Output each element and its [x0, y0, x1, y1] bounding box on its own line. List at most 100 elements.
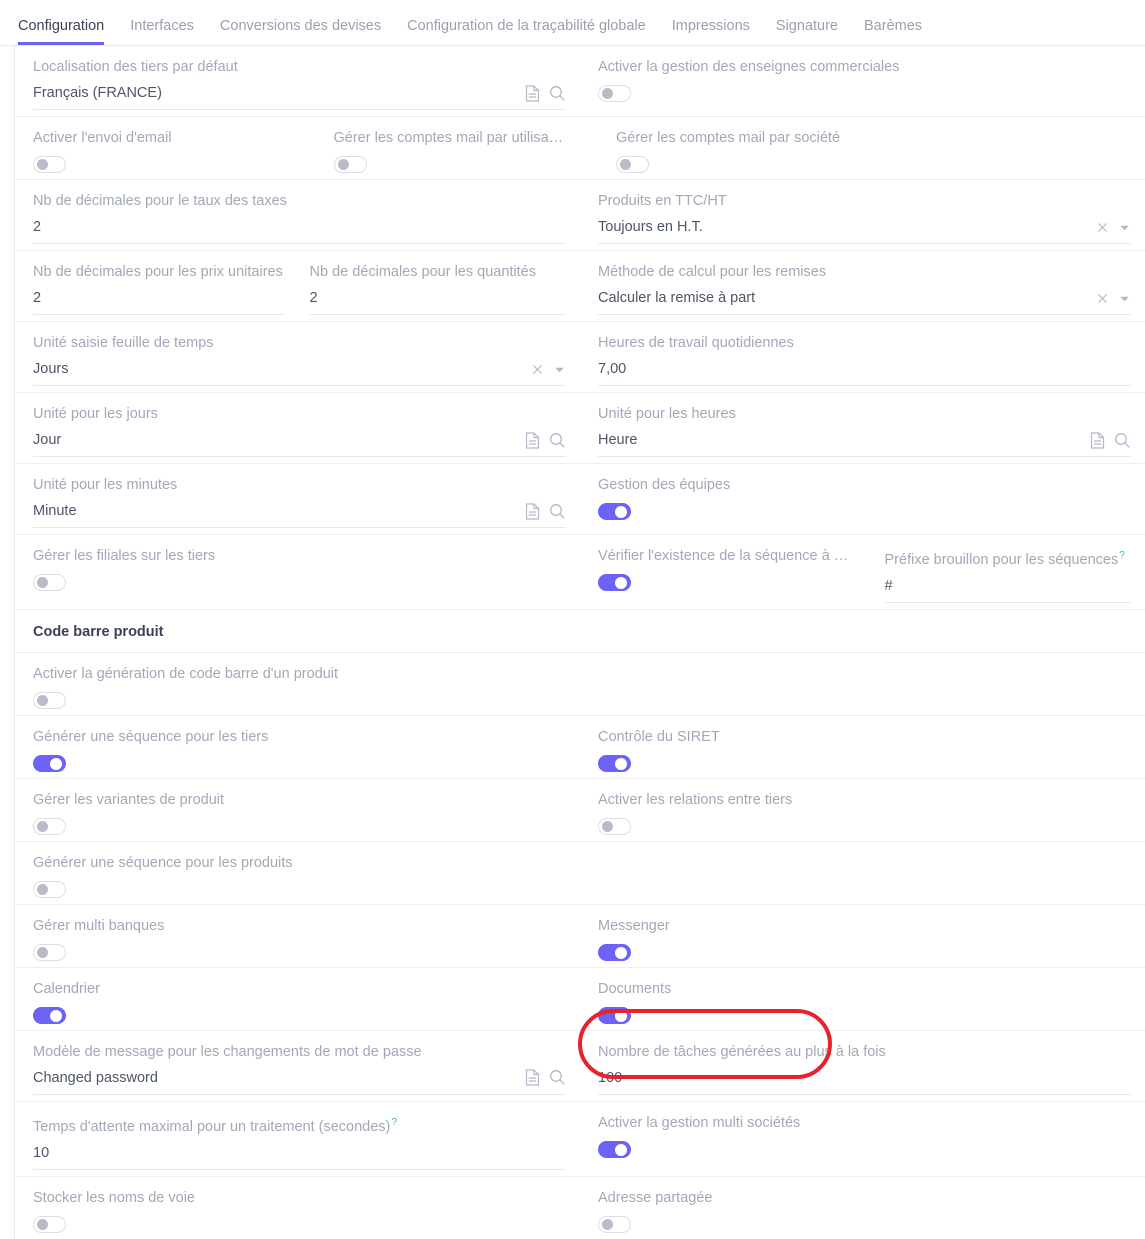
modele-message-mdp-input[interactable]: Changed password [33, 1068, 517, 1088]
heures-travail-input[interactable]: 7,00 [598, 359, 1131, 379]
help-marker-icon[interactable]: ? [1119, 550, 1125, 561]
form-row: Générer une séquence pour les tiers Cont… [15, 716, 1145, 779]
field-label: Unité pour les jours [33, 405, 566, 423]
field-label: Gérer les comptes mail par société [616, 129, 1131, 147]
field-label: Gérer les filiales sur les tiers [33, 547, 566, 565]
field-temps-attente: Temps d'attente maximal pour un traiteme… [15, 1102, 580, 1176]
tab-configuration-tracabilite-globale[interactable]: Configuration de la traçabilité globale [407, 19, 646, 46]
verifier-sequence-toggle[interactable] [598, 574, 631, 591]
help-marker-icon[interactable]: ? [391, 1117, 397, 1128]
methode-calcul-remises-select-value[interactable]: Calculer la remise à part [598, 288, 1088, 308]
section-title-code-barre-produit: Code barre produit [15, 610, 178, 652]
clear-icon[interactable] [1096, 292, 1109, 305]
unite-minutes-input[interactable]: Minute [33, 501, 517, 521]
noms-de-voie-toggle[interactable] [33, 1216, 66, 1233]
filiales-tiers-toggle[interactable] [33, 574, 66, 591]
spacer-cell [580, 842, 1145, 904]
spacer-cell [580, 653, 1145, 715]
search-icon[interactable] [549, 432, 566, 449]
field-unite-heures: Unité pour les heures Heure [580, 393, 1145, 463]
field-unite-minutes: Unité pour les minutes Minute [15, 464, 580, 534]
tab-interfaces[interactable]: Interfaces [130, 19, 194, 46]
document-icon[interactable] [525, 503, 540, 520]
form-row: Unité pour les minutes Minute Gestion de… [15, 464, 1145, 535]
field-label: Calendrier [33, 980, 566, 998]
field-methode-calcul-remises: Méthode de calcul pour les remises Calcu… [580, 251, 1145, 321]
field-comptes-mail-societe: Gérer les comptes mail par société [580, 117, 1145, 179]
clear-icon[interactable] [1096, 221, 1109, 234]
chevron-down-icon[interactable] [553, 363, 566, 376]
multi-societes-toggle[interactable] [598, 1141, 631, 1158]
documents-toggle[interactable] [598, 1007, 631, 1024]
enseignes-commerciales-toggle[interactable] [598, 85, 631, 102]
field-label: Unité pour les heures [598, 405, 1131, 423]
decimales-prix-unitaires-input[interactable]: 2 [33, 288, 284, 308]
field-comptes-mail-utilisateur: Gérer les comptes mail par utilisateur [298, 117, 581, 179]
temps-attente-input[interactable]: 10 [33, 1143, 566, 1163]
document-icon[interactable] [525, 432, 540, 449]
chevron-down-icon[interactable] [1118, 221, 1131, 234]
comptes-mail-societe-toggle[interactable] [616, 156, 649, 173]
envoi-email-toggle[interactable] [33, 156, 66, 173]
unite-feuille-temps-select-value[interactable]: Jours [33, 359, 523, 379]
field-icons [517, 85, 566, 102]
field-label: Unité pour les minutes [33, 476, 566, 494]
decimales-taux-taxes-input[interactable]: 2 [33, 217, 566, 237]
field-label: Produits en TTC/HT [598, 192, 1131, 210]
multi-banques-toggle[interactable] [33, 944, 66, 961]
prefixe-brouillon-input[interactable]: # [885, 576, 1132, 596]
generation-code-barre-toggle[interactable] [33, 692, 66, 709]
form-row: Activer la génération de code barre d'un… [15, 653, 1145, 716]
field-label-text: Temps d'attente maximal pour un traiteme… [33, 1119, 390, 1135]
field-label: Nombre de tâches générées au plus à la f… [598, 1043, 1131, 1061]
tab-bar: Configuration Interfaces Conversions des… [0, 0, 1145, 46]
field-label: Activer la gestion des enseignes commerc… [598, 58, 1131, 76]
field-icons [517, 503, 566, 520]
tab-configuration[interactable]: Configuration [18, 19, 104, 46]
produits-ttc-ht-select-value[interactable]: Toujours en H.T. [598, 217, 1088, 237]
field-icons [1088, 292, 1131, 305]
search-icon[interactable] [549, 1069, 566, 1086]
unite-jours-input[interactable]: Jour [33, 430, 517, 450]
field-label: Générer une séquence pour les produits [33, 854, 566, 872]
field-label: Préfixe brouillon pour les séquences? [885, 547, 1132, 569]
search-icon[interactable] [1114, 432, 1131, 449]
form-row: Modèle de message pour les changements d… [15, 1031, 1145, 1102]
field-prefixe-brouillon: Préfixe brouillon pour les séquences? # [863, 535, 1145, 609]
search-icon[interactable] [549, 85, 566, 102]
localisation-tiers-input[interactable]: Français (FRANCE) [33, 83, 517, 103]
gestion-equipes-toggle[interactable] [598, 503, 631, 520]
tab-signature[interactable]: Signature [776, 19, 838, 46]
field-generation-code-barre: Activer la génération de code barre d'un… [15, 653, 580, 715]
document-icon[interactable] [525, 1069, 540, 1086]
field-multi-banques: Gérer multi banques [15, 905, 580, 967]
document-icon[interactable] [525, 85, 540, 102]
comptes-mail-utilisateur-toggle[interactable] [334, 156, 367, 173]
adresse-partagee-toggle[interactable] [598, 1216, 631, 1233]
variantes-produit-toggle[interactable] [33, 818, 66, 835]
decimales-quantites-input[interactable]: 2 [310, 288, 567, 308]
tab-impressions[interactable]: Impressions [672, 19, 750, 46]
field-label: Temps d'attente maximal pour un traiteme… [33, 1114, 566, 1136]
field-label: Nb de décimales pour les quantités [310, 263, 567, 281]
form-row: Localisation des tiers par défaut França… [15, 46, 1145, 117]
unite-heures-input[interactable]: Heure [598, 430, 1082, 450]
relations-tiers-toggle[interactable] [598, 818, 631, 835]
controle-siret-toggle[interactable] [598, 755, 631, 772]
nombre-taches-input[interactable]: 100 [598, 1068, 1131, 1088]
field-messenger: Messenger [580, 905, 1145, 967]
form-row: Unité pour les jours Jour Unité pour les… [15, 393, 1145, 464]
field-label: Documents [598, 980, 1131, 998]
field-enseignes-commerciales: Activer la gestion des enseignes commerc… [580, 46, 1145, 116]
tab-baremes[interactable]: Barèmes [864, 19, 922, 46]
tab-conversions-des-devises[interactable]: Conversions des devises [220, 19, 381, 46]
form-row: Unité saisie feuille de temps Jours Heur… [15, 322, 1145, 393]
messenger-toggle[interactable] [598, 944, 631, 961]
search-icon[interactable] [549, 503, 566, 520]
clear-icon[interactable] [531, 363, 544, 376]
chevron-down-icon[interactable] [1118, 292, 1131, 305]
document-icon[interactable] [1090, 432, 1105, 449]
calendrier-toggle[interactable] [33, 1007, 66, 1024]
sequence-tiers-toggle[interactable] [33, 755, 66, 772]
sequence-produits-toggle[interactable] [33, 881, 66, 898]
